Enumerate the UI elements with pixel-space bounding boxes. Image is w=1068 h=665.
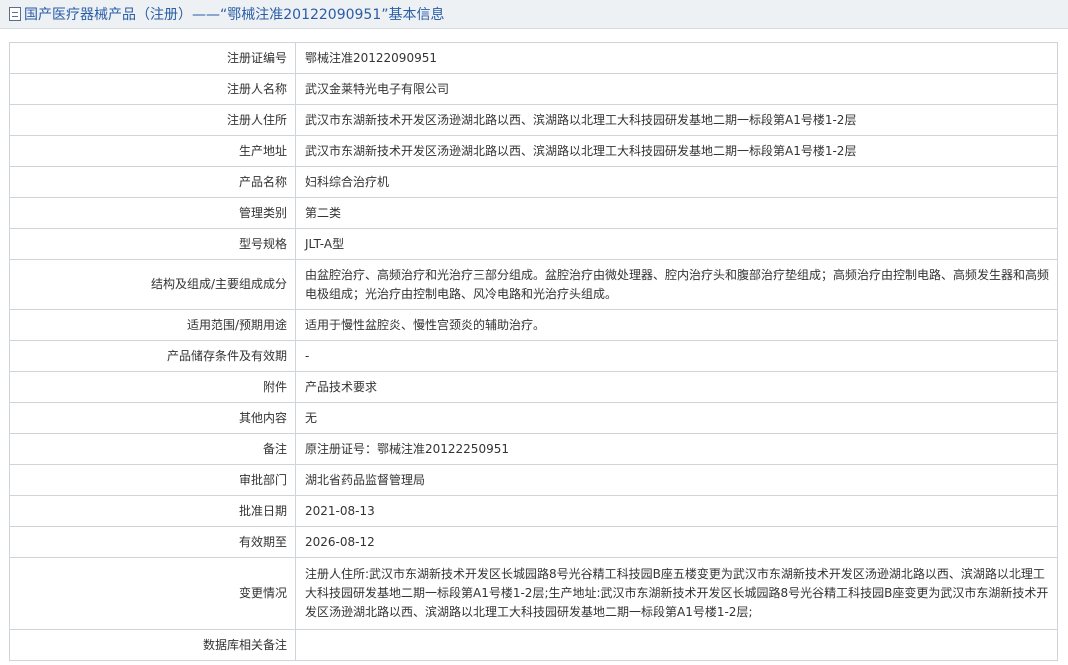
field-value: 由盆腔治疗、高频治疗和光治疗三部分组成。盆腔治疗由微处理器、腔内治疗头和腹部治疗… — [295, 259, 1058, 310]
field-value: JLT-A型 — [295, 228, 1058, 260]
table-row: 管理类别 第二类 — [9, 197, 1058, 229]
table-row: 其他内容 无 — [9, 402, 1058, 434]
page-title: 国产医疗器械产品（注册）——“鄂械注准20122090951”基本信息 — [24, 7, 445, 23]
table-row: 适用范围/预期用途 适用于慢性盆腔炎、慢性宫颈炎的辅助治疗。 — [9, 309, 1058, 341]
field-label: 产品名称 — [9, 166, 296, 198]
field-label: 注册人住所 — [9, 104, 296, 136]
field-label: 产品储存条件及有效期 — [9, 340, 296, 372]
table-row: 审批部门 湖北省药品监督管理局 — [9, 464, 1058, 496]
field-value: 妇科综合治疗机 — [295, 166, 1058, 198]
table-row: 产品名称 妇科综合治疗机 — [9, 166, 1058, 198]
table-row: 产品储存条件及有效期 - — [9, 340, 1058, 372]
field-value: 第二类 — [295, 197, 1058, 229]
field-value: 鄂械注准20122090951 — [295, 42, 1058, 74]
field-value: 适用于慢性盆腔炎、慢性宫颈炎的辅助治疗。 — [295, 309, 1058, 341]
page-header: 国产医疗器械产品（注册）——“鄂械注准20122090951”基本信息 — [0, 0, 1068, 29]
field-value: 湖北省药品监督管理局 — [295, 464, 1058, 496]
table-row: 注册人名称 武汉金莱特光电子有限公司 — [9, 73, 1058, 105]
field-label: 管理类别 — [9, 197, 296, 229]
field-label: 结构及组成/主要组成成分 — [9, 259, 296, 310]
table-row: 备注 原注册证号：鄂械注准20122250951 — [9, 433, 1058, 465]
table-row: 结构及组成/主要组成成分 由盆腔治疗、高频治疗和光治疗三部分组成。盆腔治疗由微处… — [9, 259, 1058, 310]
table-row: 附件 产品技术要求 — [9, 371, 1058, 403]
field-label: 数据库相关备注 — [9, 629, 296, 661]
table-row: 有效期至 2026-08-12 — [9, 526, 1058, 558]
field-label: 有效期至 — [9, 526, 296, 558]
detail-table: 注册证编号 鄂械注准20122090951 注册人名称 武汉金莱特光电子有限公司… — [9, 42, 1058, 661]
field-label: 生产地址 — [9, 135, 296, 167]
field-label: 审批部门 — [9, 464, 296, 496]
field-value — [295, 629, 1058, 661]
table-row: 批准日期 2021-08-13 — [9, 495, 1058, 527]
table-row: 型号规格 JLT-A型 — [9, 228, 1058, 260]
field-label: 适用范围/预期用途 — [9, 309, 296, 341]
detail-table-container: 注册证编号 鄂械注准20122090951 注册人名称 武汉金莱特光电子有限公司… — [9, 42, 1058, 661]
field-value: 原注册证号：鄂械注准20122250951 — [295, 433, 1058, 465]
table-row: 变更情况 注册人住所:武汉市东湖新技术开发区长城园路8号光谷精工科技园B座五楼变… — [9, 557, 1058, 630]
field-value: 无 — [295, 402, 1058, 434]
field-label: 批准日期 — [9, 495, 296, 527]
field-label: 其他内容 — [9, 402, 296, 434]
field-value: 产品技术要求 — [295, 371, 1058, 403]
field-label: 变更情况 — [9, 557, 296, 630]
field-value: - — [295, 340, 1058, 372]
field-value: 2021-08-13 — [295, 495, 1058, 527]
table-row: 数据库相关备注 — [9, 629, 1058, 661]
field-value: 2026-08-12 — [295, 526, 1058, 558]
table-row: 生产地址 武汉市东湖新技术开发区汤逊湖北路以西、滨湖路以北理工大科技园研发基地二… — [9, 135, 1058, 167]
field-label: 注册证编号 — [9, 42, 296, 74]
field-value: 武汉金莱特光电子有限公司 — [295, 73, 1058, 105]
field-label: 型号规格 — [9, 228, 296, 260]
field-value: 注册人住所:武汉市东湖新技术开发区长城园路8号光谷精工科技园B座五楼变更为武汉市… — [295, 557, 1058, 630]
table-row: 注册证编号 鄂械注准20122090951 — [9, 42, 1058, 74]
field-label: 附件 — [9, 371, 296, 403]
field-value: 武汉市东湖新技术开发区汤逊湖北路以西、滨湖路以北理工大科技园研发基地二期一标段第… — [295, 135, 1058, 167]
field-value: 武汉市东湖新技术开发区汤逊湖北路以西、滨湖路以北理工大科技园研发基地二期一标段第… — [295, 104, 1058, 136]
table-row: 注册人住所 武汉市东湖新技术开发区汤逊湖北路以西、滨湖路以北理工大科技园研发基地… — [9, 104, 1058, 136]
field-label: 备注 — [9, 433, 296, 465]
field-label: 注册人名称 — [9, 73, 296, 105]
document-icon — [9, 7, 21, 21]
